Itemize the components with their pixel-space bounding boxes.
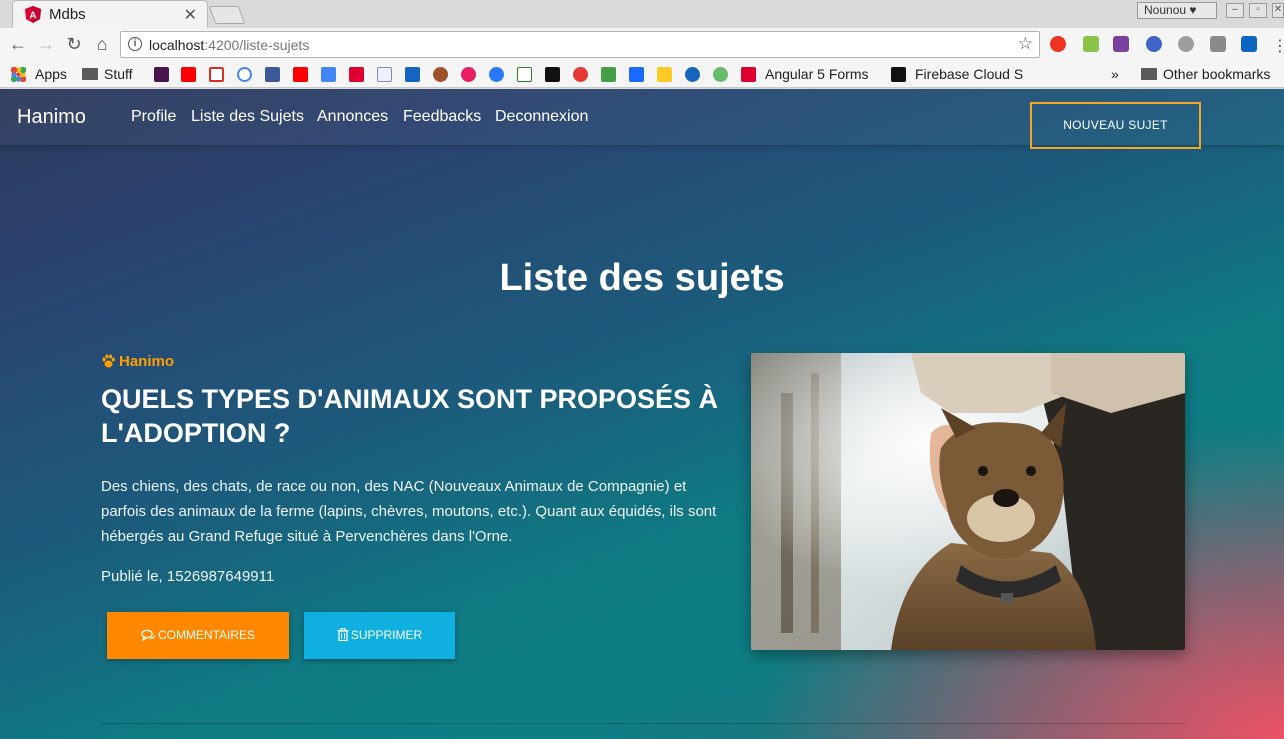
profile-button[interactable]: Nounou ♥ — [1137, 2, 1217, 19]
reload-icon[interactable]: ↻ — [63, 33, 85, 55]
bookmark-stuff-label: Stuff — [104, 66, 133, 82]
nav-link-deconnexion[interactable]: Deconnexion — [495, 108, 588, 126]
behance-icon[interactable] — [629, 67, 644, 82]
brand-logo[interactable]: Hanimo — [17, 106, 86, 129]
post-date: Publié le, 1526987649911 — [101, 568, 275, 585]
six-icon[interactable] — [713, 67, 728, 82]
author-name: Hanimo — [119, 353, 175, 370]
minimize-button[interactable]: – — [1226, 3, 1244, 18]
url-path: :4200/liste-sujets — [204, 37, 310, 53]
page-title: Liste des sujets — [499, 257, 785, 299]
shield-extension-icon[interactable] — [1210, 36, 1226, 52]
page-content: Hanimo Profile Liste des Sujets Annonces… — [0, 89, 1284, 739]
google-icon[interactable] — [237, 67, 252, 82]
profile-name: Nounou — [1144, 3, 1187, 17]
delete-button[interactable]: SUPPRIMER — [304, 612, 455, 659]
paw-icon — [102, 354, 115, 368]
delete-label: SUPPRIMER — [350, 628, 423, 642]
youtube-icon[interactable] — [181, 67, 196, 82]
angular-icon[interactable] — [349, 67, 364, 82]
comments-icon — [141, 629, 156, 642]
dog-photo — [751, 353, 1185, 650]
comments-button[interactable]: COMMENTAIRES — [107, 612, 289, 659]
svg-text:A: A — [29, 11, 36, 22]
bookmark-star-icon[interactable]: ☆ — [1018, 34, 1033, 54]
nav-link-feedbacks[interactable]: Feedbacks — [403, 108, 481, 126]
close-window-button[interactable]: ✕ — [1272, 3, 1284, 18]
maximize-button[interactable]: ▫ — [1249, 3, 1267, 18]
youtube-icon-2[interactable] — [293, 67, 308, 82]
post-author: Hanimo — [101, 353, 174, 370]
post-title: QUELS TYPES D'ANIMAUX SONT PROPOSÉS À L'… — [101, 384, 719, 448]
mdb-icon[interactable] — [377, 67, 392, 82]
circle-bookmark-icon[interactable] — [489, 67, 504, 82]
dots-extension-icon[interactable] — [1146, 36, 1162, 52]
forward-arrow-icon[interactable]: → — [35, 33, 57, 55]
new-tab-button[interactable] — [208, 6, 246, 24]
site-navbar: Hanimo Profile Liste des Sujets Annonces… — [0, 89, 1284, 149]
folder-icon — [82, 68, 98, 80]
back-arrow-icon[interactable]: ← — [7, 33, 29, 55]
opera-extension-icon[interactable] — [1050, 36, 1066, 52]
avatar-bookmark-icon[interactable] — [433, 67, 448, 82]
site-info-icon[interactable]: i — [128, 37, 142, 51]
browser-toolbar: ← → ↻ ⌂ i localhost:4200/liste-sujets ☆ … — [0, 28, 1284, 62]
new-subject-button[interactable]: NOUVEAU SUJET — [1030, 102, 1201, 149]
angular-forms-icon — [741, 67, 756, 82]
chart-bookmark-icon[interactable] — [601, 67, 616, 82]
cloud-extension-icon[interactable] — [1178, 36, 1194, 52]
dog-illustration — [751, 353, 1185, 650]
browser-tabstrip: A Mdbs ✕ Nounou ♥ – ▫ ✕ — [0, 0, 1284, 28]
flag-icon[interactable] — [405, 67, 420, 82]
url-host: localhost — [149, 37, 205, 53]
nav-link-annonces[interactable]: Annonces — [317, 108, 388, 126]
address-bar[interactable]: i localhost:4200/liste-sujets ☆ — [120, 31, 1040, 58]
bookmark-other-label: Other bookmarks — [1163, 66, 1271, 82]
home-icon[interactable]: ⌂ — [91, 33, 113, 55]
chrome-menu-icon[interactable]: ⋮ — [1272, 36, 1284, 56]
bookmark-other[interactable]: Other bookmarks — [1141, 66, 1270, 82]
facebook-icon[interactable] — [265, 67, 280, 82]
slack-icon[interactable] — [154, 67, 169, 82]
post-body: Des chiens, des chats, de race ou non, d… — [101, 478, 717, 545]
folder-icon-2 — [1141, 68, 1157, 80]
section-divider — [101, 723, 1185, 724]
angular-favicon-icon: A — [25, 6, 41, 23]
drop-icon[interactable] — [685, 67, 700, 82]
linkedin-extension-icon[interactable] — [1241, 36, 1257, 52]
trash-icon — [337, 628, 349, 642]
comments-label: COMMENTAIRES — [157, 628, 256, 642]
pdf-extension-icon[interactable] — [1113, 36, 1129, 52]
bookmark-apps[interactable]: Apps — [35, 66, 67, 82]
url-text: localhost:4200/liste-sujets — [149, 37, 309, 53]
translate-icon[interactable] — [321, 67, 336, 82]
code-icon[interactable] — [517, 67, 532, 82]
nav-link-profile[interactable]: Profile — [131, 108, 176, 126]
bookmark-stuff[interactable]: Stuff — [82, 66, 133, 82]
firebase-icon[interactable] — [657, 67, 672, 82]
nav-link-liste-sujets[interactable]: Liste des Sujets — [191, 108, 304, 126]
apps-grid-icon — [11, 67, 26, 82]
browser-tab-active[interactable]: A Mdbs ✕ — [12, 0, 208, 28]
medium-icon — [891, 67, 906, 82]
gmail-icon[interactable] — [209, 67, 224, 82]
bookmark-firebase-cloud[interactable]: Firebase Cloud S — [915, 66, 1023, 82]
b-bookmark-icon[interactable] — [545, 67, 560, 82]
pocket-icon[interactable] — [461, 67, 476, 82]
heart-icon: ♥ — [1189, 3, 1197, 17]
bookmark-angular-forms[interactable]: Angular 5 Forms — [765, 66, 868, 82]
android-extension-icon[interactable] — [1083, 36, 1099, 52]
tab-close-icon[interactable]: ✕ — [184, 5, 197, 25]
bookmarks-overflow-chevron-icon[interactable]: » — [1111, 66, 1119, 82]
bookmarks-bar: Apps Stuff Angular 5 Forms Firebase Clou… — [0, 62, 1284, 88]
red-circle-icon[interactable] — [573, 67, 588, 82]
tab-title: Mdbs — [49, 6, 86, 23]
